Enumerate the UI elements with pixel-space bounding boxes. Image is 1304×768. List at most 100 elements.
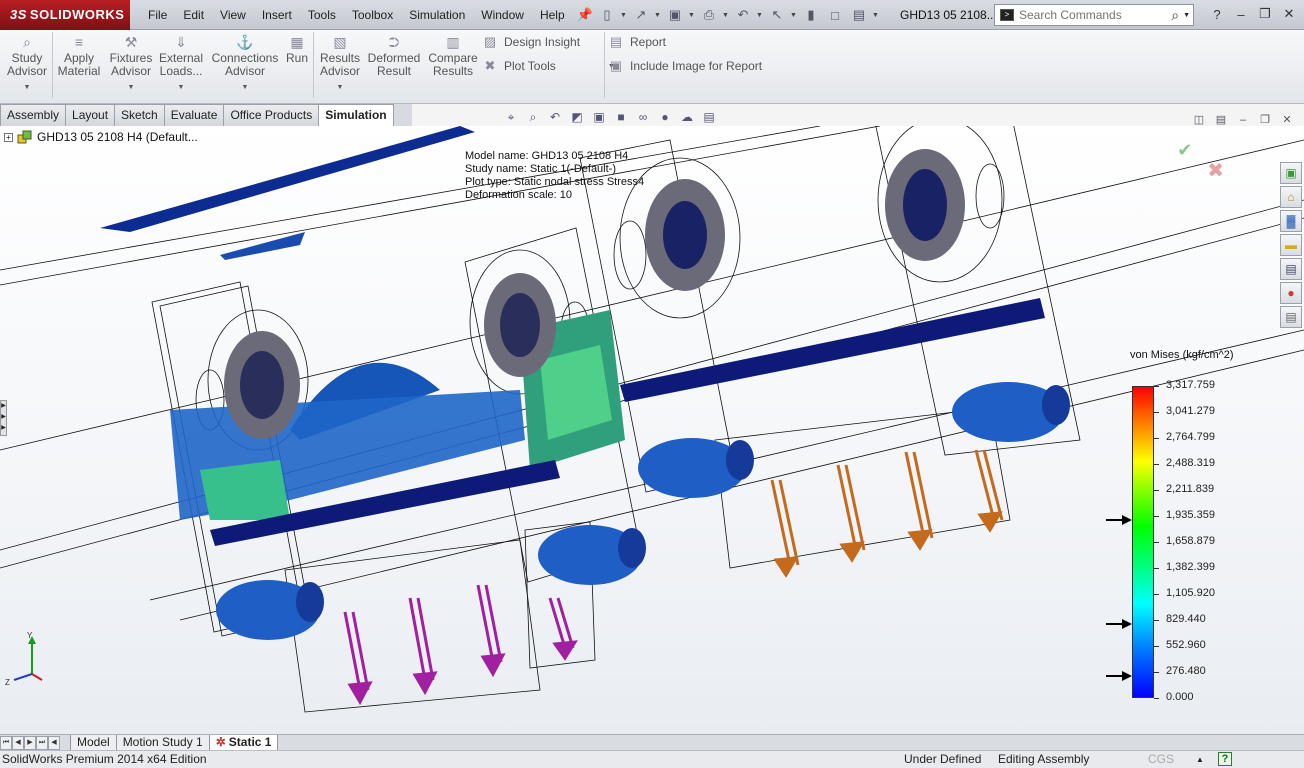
- zoom-to-fit-icon[interactable]: ⌖: [502, 108, 520, 126]
- menu-edit[interactable]: Edit: [175, 0, 212, 30]
- open-icon[interactable]: ↗: [630, 4, 652, 26]
- panel-expand-handle[interactable]: ▶ ▶ ▶: [0, 400, 7, 436]
- print-dropdown-icon[interactable]: ▼: [722, 12, 730, 19]
- menu-help[interactable]: Help: [532, 0, 573, 30]
- graphics-viewport[interactable]: + GHD13 05 2108 H4 (Default... Model nam…: [0, 126, 1304, 734]
- feature-tree-root[interactable]: + GHD13 05 2108 H4 (Default...: [4, 130, 198, 144]
- include-image-button[interactable]: ▣ Include Image for Report: [608, 56, 762, 76]
- menu-view[interactable]: View: [212, 0, 254, 30]
- pin-icon[interactable]: 📌: [577, 7, 593, 23]
- chevron-down-icon[interactable]: ▼: [108, 81, 154, 94]
- view-palette-icon[interactable]: ▤: [1280, 258, 1302, 280]
- menu-file[interactable]: File: [140, 0, 175, 30]
- results-advisor-button[interactable]: ▧ Results Advisor ▼: [316, 34, 364, 94]
- viewport-restore-icon[interactable]: ❐: [1256, 112, 1274, 128]
- open-dropdown-icon[interactable]: ▼: [654, 12, 662, 19]
- menu-simulation[interactable]: Simulation: [401, 0, 473, 30]
- accept-icon[interactable]: ✔: [1177, 140, 1224, 160]
- report-button[interactable]: ▤ Report: [608, 32, 666, 52]
- design-insight-button[interactable]: ▨ Design Insight: [482, 32, 580, 52]
- compare-results-button[interactable]: ▥ Compare Results: [426, 34, 480, 78]
- edit-appearance-icon[interactable]: ●: [656, 108, 674, 126]
- tile-horizontal-icon[interactable]: ◫: [1190, 112, 1208, 128]
- first-tab-icon[interactable]: ⏮: [0, 735, 12, 750]
- menu-window[interactable]: Window: [473, 0, 532, 30]
- cancel-icon[interactable]: ✖: [1207, 160, 1224, 182]
- expand-icon[interactable]: +: [4, 132, 13, 142]
- prev-tab-icon[interactable]: ◀: [12, 735, 24, 750]
- search-dropdown-icon[interactable]: ▼: [1183, 12, 1190, 19]
- menu-tools[interactable]: Tools: [300, 0, 344, 30]
- undo-icon[interactable]: ↶: [732, 4, 754, 26]
- file-explorer-icon[interactable]: ▬: [1280, 234, 1302, 256]
- hide-show-icon[interactable]: ∞: [634, 108, 652, 126]
- minimize-icon[interactable]: –: [1230, 3, 1252, 25]
- solidworks-logo[interactable]: 3S SOLIDWORKS: [0, 0, 130, 30]
- tab-layout[interactable]: Layout: [65, 104, 116, 126]
- new-dropdown-icon[interactable]: ▼: [620, 12, 628, 19]
- connections-advisor-button[interactable]: ⚓ Connections Advisor ▼: [210, 34, 280, 94]
- menu-insert[interactable]: Insert: [254, 0, 300, 30]
- apply-material-button[interactable]: ≡ Apply Material: [56, 34, 102, 78]
- deformed-result-button[interactable]: ⮊ Deformed Result: [366, 34, 422, 78]
- save-icon[interactable]: ▣: [664, 4, 686, 26]
- legend-marker-arrow[interactable]: [1106, 619, 1132, 629]
- search-commands-box[interactable]: > ⌕ ▼: [994, 4, 1194, 26]
- tab-office-products[interactable]: Office Products: [223, 104, 320, 126]
- help-icon[interactable]: ?: [1206, 3, 1228, 25]
- custom-properties-icon[interactable]: ▤: [1280, 306, 1302, 328]
- print-icon[interactable]: ⎙: [698, 4, 720, 26]
- tab-motion-study[interactable]: Motion Study 1: [115, 734, 210, 751]
- file-properties-icon[interactable]: □: [824, 4, 846, 26]
- external-loads-button[interactable]: ⇓ External Loads... ▼: [158, 34, 204, 94]
- last-tab-icon[interactable]: ⏭: [36, 735, 48, 750]
- display-style-icon[interactable]: ■: [612, 108, 630, 126]
- units-indicator[interactable]: CGS: [1148, 751, 1174, 768]
- chevron-down-icon[interactable]: ▼: [158, 81, 204, 94]
- chevron-up-icon[interactable]: ▲: [1196, 751, 1204, 768]
- search-icon[interactable]: ⌕: [1171, 7, 1179, 24]
- study-advisor-button[interactable]: ⌕ Study Advisor ▼: [6, 34, 48, 94]
- tab-evaluate[interactable]: Evaluate: [163, 104, 225, 126]
- appearances-icon[interactable]: ●: [1280, 282, 1302, 304]
- select-icon[interactable]: ↖: [766, 4, 788, 26]
- section-view-icon[interactable]: ◩: [568, 108, 586, 126]
- home-icon[interactable]: ⌂: [1280, 186, 1302, 208]
- plot-tools-button[interactable]: ✖ Plot Tools ▼: [482, 56, 615, 76]
- select-dropdown-icon[interactable]: ▼: [790, 12, 798, 19]
- viewport-close-icon[interactable]: ✕: [1278, 112, 1296, 128]
- legend-marker-arrow[interactable]: [1106, 671, 1132, 681]
- apply-scene-icon[interactable]: ☁: [678, 108, 696, 126]
- options-dropdown-icon[interactable]: ▼: [872, 12, 880, 19]
- resources-icon[interactable]: ▣: [1280, 162, 1302, 184]
- previous-view-icon[interactable]: ↶: [546, 108, 564, 126]
- menu-toolbox[interactable]: Toolbox: [344, 0, 401, 30]
- tab-model[interactable]: Model: [70, 734, 117, 751]
- undo-dropdown-icon[interactable]: ▼: [756, 12, 764, 19]
- quick-tips-icon[interactable]: ?: [1218, 752, 1232, 766]
- stress-legend[interactable]: von Mises (kgf/cm^2) 3,317.759 3,041.279 2…: [1100, 346, 1290, 706]
- run-button[interactable]: ▦ Run: [284, 34, 310, 65]
- new-document-icon[interactable]: ▯: [596, 4, 618, 26]
- view-orientation-icon[interactable]: ▣: [590, 108, 608, 126]
- scroll-left-icon[interactable]: ◀: [48, 735, 60, 750]
- chevron-down-icon[interactable]: ▼: [316, 81, 364, 94]
- view-settings-icon[interactable]: ▤: [700, 108, 718, 126]
- fixtures-advisor-button[interactable]: ⚒ Fixtures Advisor ▼: [108, 34, 154, 94]
- chevron-down-icon[interactable]: ▼: [6, 81, 48, 94]
- restore-icon[interactable]: ❐: [1254, 3, 1276, 25]
- options-icon[interactable]: ▤: [848, 4, 870, 26]
- close-icon[interactable]: ✕: [1278, 3, 1300, 25]
- legend-marker-arrow[interactable]: [1106, 515, 1132, 525]
- tab-static-study[interactable]: ✲ Static 1: [208, 734, 279, 751]
- tab-simulation[interactable]: Simulation: [318, 104, 394, 126]
- search-input[interactable]: [1019, 8, 1172, 22]
- viewport-minimize-icon[interactable]: –: [1234, 112, 1252, 128]
- rebuild-icon[interactable]: ▮: [800, 4, 822, 26]
- save-dropdown-icon[interactable]: ▼: [688, 12, 696, 19]
- tile-vertical-icon[interactable]: ▤: [1212, 112, 1230, 128]
- next-tab-icon[interactable]: ▶: [24, 735, 36, 750]
- zoom-to-area-icon[interactable]: ⌕: [524, 108, 542, 126]
- tab-sketch[interactable]: Sketch: [114, 104, 165, 126]
- chevron-down-icon[interactable]: ▼: [210, 81, 280, 94]
